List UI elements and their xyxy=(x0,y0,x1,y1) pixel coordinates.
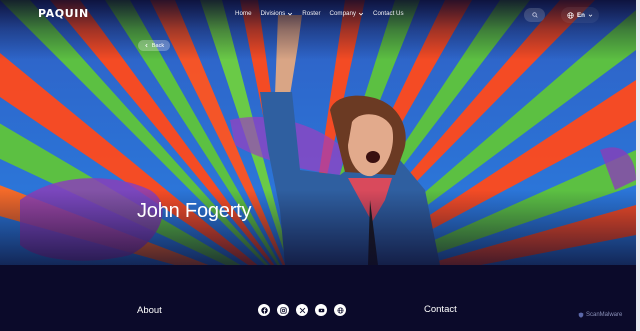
nav-item-home[interactable]: Home xyxy=(235,10,252,17)
language-selector[interactable]: En xyxy=(561,7,599,23)
globe-icon xyxy=(567,11,574,19)
chevron-left-icon xyxy=(145,43,148,48)
page-title: John Fogerty xyxy=(137,200,252,222)
facebook-icon xyxy=(260,306,268,314)
page-scrollbar[interactable] xyxy=(636,0,640,331)
chevron-down-icon xyxy=(358,12,364,15)
nav-menu: Home Divisions Roster Company Contact Us xyxy=(235,10,404,17)
footer-section: About Contact xyxy=(0,265,636,331)
watermark: ScanMalware xyxy=(578,312,622,318)
facebook-link[interactable] xyxy=(258,304,270,316)
youtube-icon xyxy=(318,308,324,312)
hero-section: PAQUIN Home Divisions Roster Company Con… xyxy=(0,0,636,265)
search-icon xyxy=(531,12,538,18)
youtube-link[interactable] xyxy=(315,304,327,316)
footer-contact-heading: Contact xyxy=(424,304,457,315)
top-navigation: PAQUIN Home Divisions Roster Company Con… xyxy=(0,0,636,30)
chevron-down-icon xyxy=(288,12,293,15)
footer-about-heading: About xyxy=(137,305,162,316)
nav-item-label: Divisions xyxy=(260,10,286,17)
back-button[interactable]: Back xyxy=(138,40,170,51)
nav-item-label: Home xyxy=(235,10,252,17)
language-label: En xyxy=(577,11,585,19)
x-link[interactable] xyxy=(296,304,308,316)
social-links xyxy=(258,304,346,316)
nav-item-label: Roster xyxy=(302,10,321,17)
instagram-link[interactable] xyxy=(277,304,289,316)
website-link[interactable] xyxy=(334,304,346,316)
shield-icon xyxy=(578,312,584,318)
nav-item-roster[interactable]: Roster xyxy=(302,10,320,17)
chevron-down-icon xyxy=(588,14,593,17)
back-label: Back xyxy=(151,42,165,49)
nav-item-label: Contact Us xyxy=(373,10,404,17)
nav-item-company[interactable]: Company xyxy=(330,10,364,17)
x-icon xyxy=(299,307,305,313)
brand-logo[interactable]: PAQUIN xyxy=(38,7,89,20)
watermark-text: ScanMalware xyxy=(586,312,623,318)
hero-gradient-overlay xyxy=(0,0,636,265)
instagram-icon xyxy=(279,306,287,314)
nav-item-divisions[interactable]: Divisions xyxy=(261,10,294,17)
globe-icon xyxy=(337,307,343,313)
nav-item-contact-us[interactable]: Contact Us xyxy=(373,10,404,17)
search-button[interactable] xyxy=(524,8,545,22)
nav-item-label: Company xyxy=(329,10,356,17)
